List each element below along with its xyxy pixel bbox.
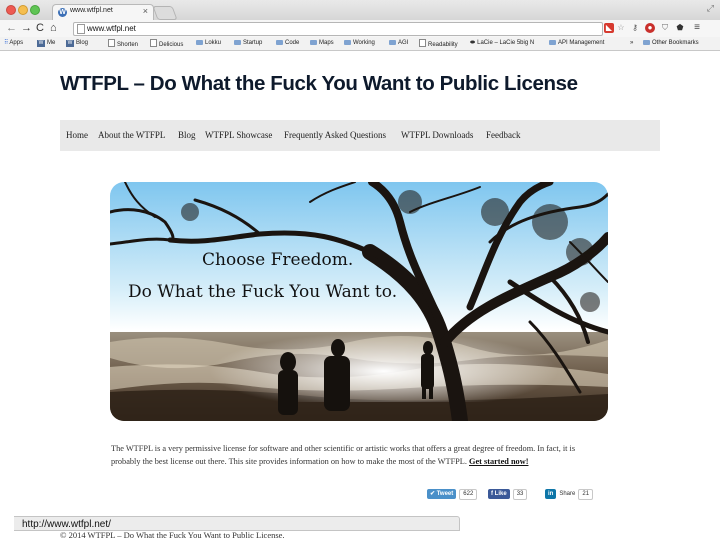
bookmark-working[interactable]: Working [344,39,375,48]
browser-toolbar: ← → C ⌂ www.wtfpl.net ◣ ☆ ⚷ ● ⛉ ⬟ ≡ [0,20,720,37]
w-icon: W [37,40,45,47]
extension-shield-icon[interactable]: ⬟ [675,23,685,33]
bookmark-star-icon[interactable]: ☆ [616,23,626,33]
new-tab-button[interactable] [152,6,178,20]
like-button[interactable]: f Like [488,489,510,499]
home-icon[interactable]: ⌂ [50,22,57,35]
bookmark-apps[interactable]: ⠿Apps [4,39,23,48]
page-icon [419,39,426,47]
bookmark-lacie[interactable]: ⬬ LaCie – LaCie 5big N [470,39,534,48]
w-icon: W [66,40,74,47]
page-icon [150,39,157,47]
folder-icon [196,40,203,45]
folder-icon [549,40,556,45]
linkedin-share[interactable]: in Share 21 [545,489,594,500]
facebook-like[interactable]: f Like 33 [488,489,528,500]
extension-red-icon[interactable]: ◣ [604,23,614,33]
nav-downloads[interactable]: WTFPL Downloads [401,120,473,151]
apps-grid-icon: ⠿ [4,40,9,46]
bookmarks-bar: ⠿Apps W Me W Blog Shorten Delicious Lokku … [0,37,720,51]
address-url[interactable]: www.wtfpl.net [87,23,136,34]
reload-icon[interactable]: C [36,22,44,35]
pocket-icon[interactable]: ⛉ [660,23,670,33]
bookmark-me[interactable]: W Me [37,39,55,48]
bookmark-api-management[interactable]: API Management [549,39,604,48]
folder-icon [276,40,283,45]
wordpress-favicon-icon: W [58,8,67,17]
close-window-button[interactable] [6,5,16,15]
page-icon [108,39,115,47]
nav-home[interactable]: Home [66,120,88,151]
bookmark-code[interactable]: Code [276,39,299,48]
bookmark-delicious[interactable]: Delicious [150,39,183,50]
bookmark-lokku[interactable]: Lokku [196,39,221,48]
wrench-icon[interactable]: ⚷ [630,23,640,33]
tweet-share[interactable]: ✔ Tweet 622 [427,489,478,500]
bookmark-startup[interactable]: Startup [234,39,262,48]
like-count: 33 [512,489,528,500]
bookmark-shorten[interactable]: Shorten [108,39,138,50]
minimize-window-button[interactable] [18,5,28,15]
nav-feedback[interactable]: Feedback [486,120,520,151]
folder-icon [234,40,241,45]
tab-strip: W www.wtfpl.net × ⤢ [0,0,720,21]
intro-paragraph: The WTFPL is a very permissive license f… [111,443,606,468]
tweet-count: 622 [459,489,478,500]
lacie-icon: ⬬ [470,40,476,46]
folder-icon [344,40,351,45]
browser-tab[interactable]: W www.wtfpl.net × [52,4,154,21]
hero-banner-image: Choose Freedom. Do What the Fuck You Wan… [110,182,608,421]
bookmark-agi[interactable]: AGI [389,39,408,48]
site-title[interactable]: WTFPL – Do What the Fuck You Want to Pub… [60,71,578,97]
nav-blog[interactable]: Blog [178,120,196,151]
nav-about[interactable]: About the WTFPL [98,120,165,151]
hero-line-1: Choose Freedom. [202,250,354,270]
nav-showcase[interactable]: WTFPL Showcase [205,120,272,151]
tweet-button[interactable]: ✔ Tweet [427,489,457,499]
tab-title: www.wtfpl.net [70,7,113,14]
folder-icon [389,40,396,45]
bookmark-readability[interactable]: Readability [419,39,458,50]
folder-icon [643,40,650,45]
twitter-bird-icon: ✔ [430,491,436,497]
main-nav: Home About the WTFPL Blog WTFPL Showcase… [60,120,660,151]
page-icon [77,24,85,34]
tab-close-icon[interactable]: × [143,6,148,16]
back-icon[interactable]: ← [6,22,17,35]
hero-line-2: Do What the Fuck You Want to. [128,282,398,302]
folder-icon [310,40,317,45]
bookmark-maps[interactable]: Maps [310,39,334,48]
status-bar-url: http://www.wtfpl.net/ [14,516,460,531]
linkedin-icon: in [545,489,557,499]
adblock-icon[interactable]: ● [645,23,655,33]
facebook-icon: f [491,491,493,497]
get-started-link[interactable]: Get started now! [469,457,528,466]
nav-faq[interactable]: Frequently Asked Questions [284,120,386,151]
forward-icon[interactable]: → [21,22,32,35]
bookmark-other-bookmarks[interactable]: Other Bookmarks [643,39,699,48]
linkedin-count: 21 [578,489,594,500]
menu-icon[interactable]: ≡ [692,23,702,33]
zoom-window-button[interactable] [30,5,40,15]
fullscreen-icon[interactable]: ⤢ [707,3,714,14]
bookmark-blog[interactable]: W Blog [66,39,88,48]
bookmarks-overflow-chevron[interactable]: » [630,39,633,48]
linkedin-share-button[interactable]: Share [559,491,575,497]
address-bar[interactable]: www.wtfpl.net [73,22,603,36]
